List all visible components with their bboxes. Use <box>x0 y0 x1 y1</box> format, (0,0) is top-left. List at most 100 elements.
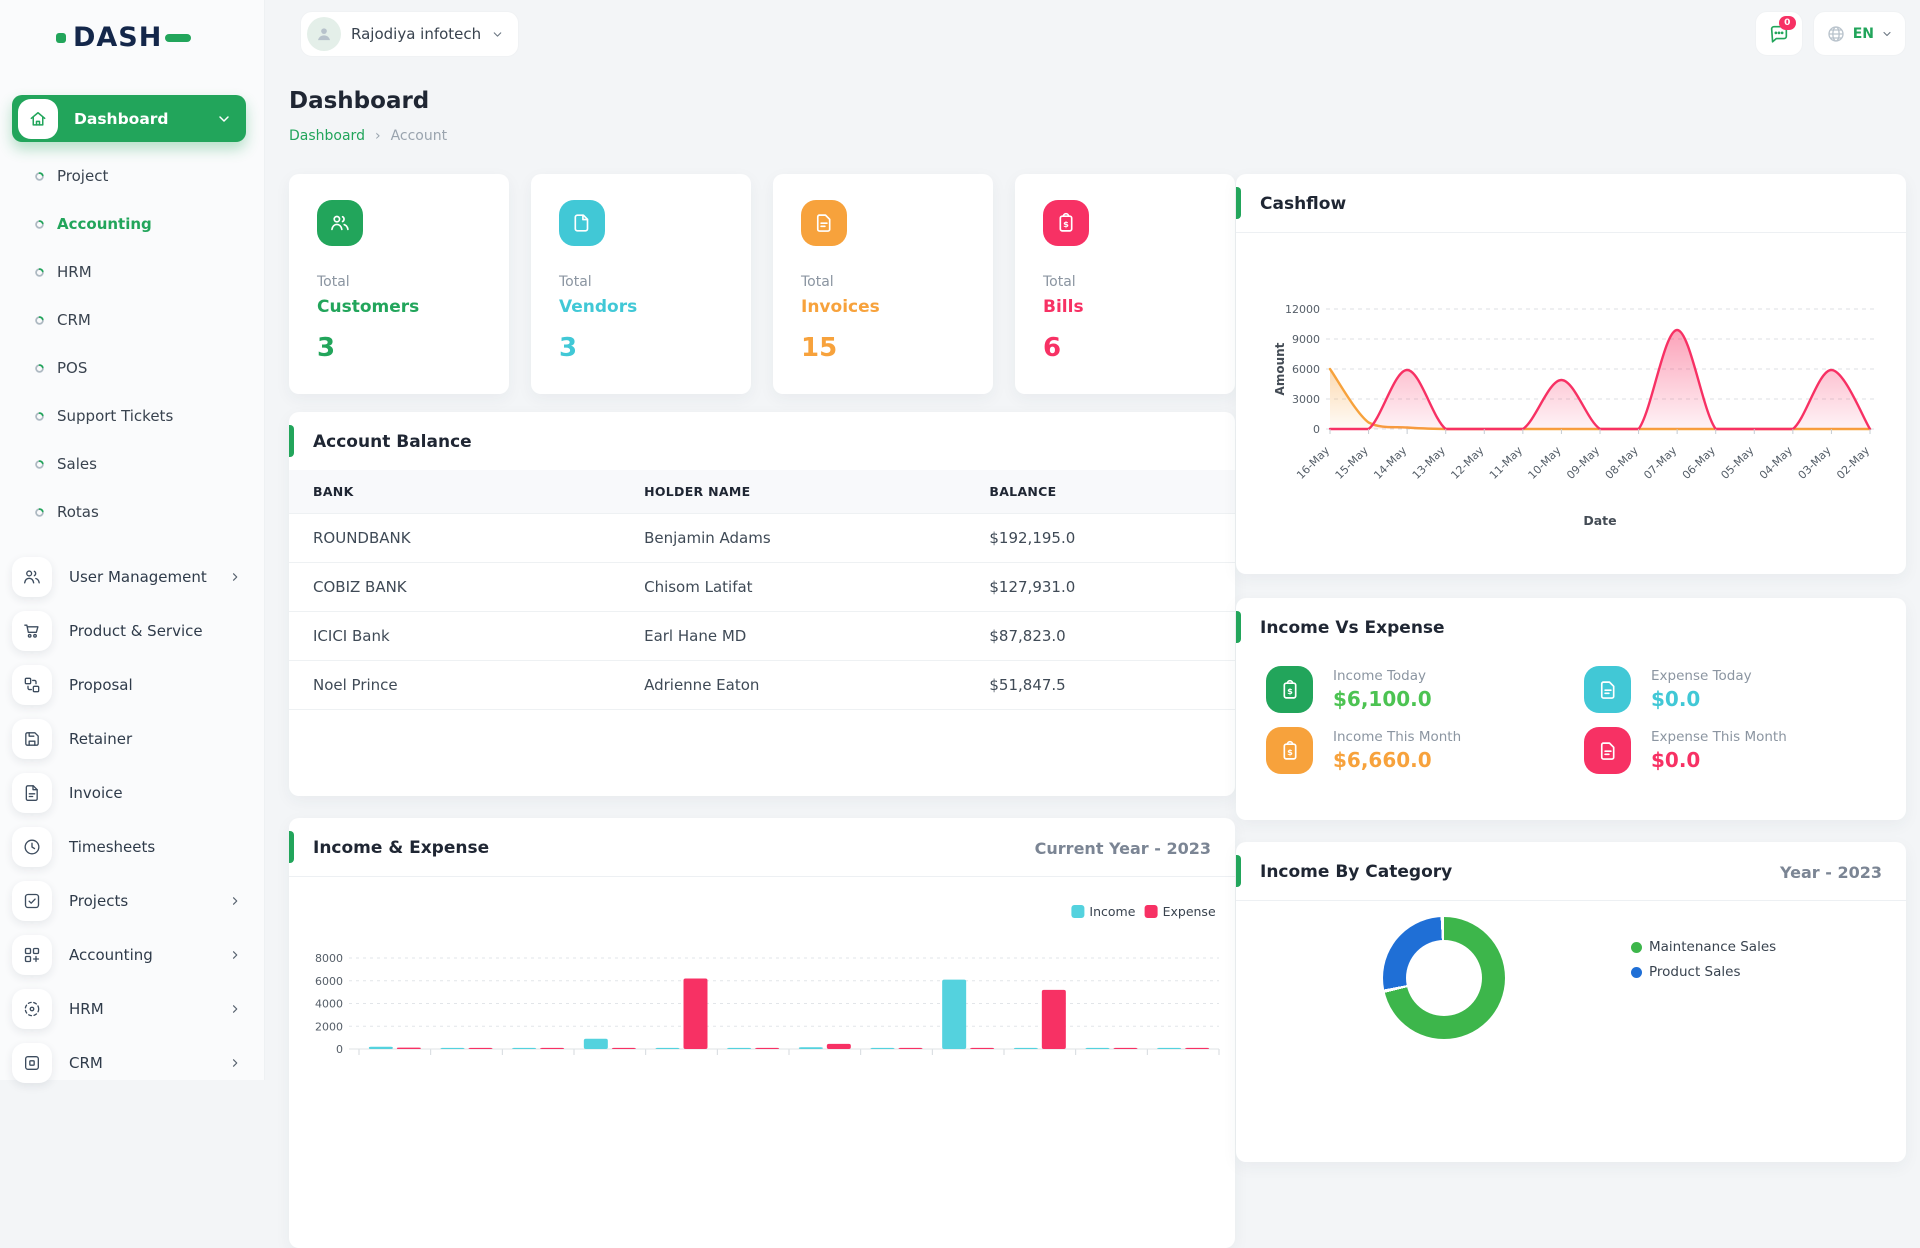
svg-text:12000: 12000 <box>1285 303 1320 316</box>
svg-text:$: $ <box>1063 219 1069 229</box>
sidebar-item-retainer[interactable]: Retainer <box>0 712 264 766</box>
stat-prefix: Total <box>317 274 481 290</box>
dashboard-submenu: ProjectAccountingHRMCRMPOSSupport Ticket… <box>0 152 264 536</box>
accent-bar <box>1236 855 1241 887</box>
metric-label: Expense Today <box>1651 668 1752 684</box>
home-icon <box>18 99 58 139</box>
invoices-icon <box>801 200 847 246</box>
sidebar-item-accounting[interactable]: Accounting <box>0 928 264 982</box>
vendors-icon <box>559 200 605 246</box>
donut-hole <box>1406 940 1482 1016</box>
sidebar-item-crm[interactable]: CRM <box>0 1036 264 1090</box>
checksquare-icon <box>22 891 42 911</box>
sidebar-subitem-accounting[interactable]: Accounting <box>0 200 264 248</box>
clipboard-icon: $ <box>1266 666 1313 713</box>
donut-chart-area: Maintenance SalesProduct Sales <box>1236 901 1906 937</box>
clipboard-icon: $ <box>1279 679 1301 701</box>
sidebar-subitem-project[interactable]: Project <box>0 152 264 200</box>
file-icon <box>22 783 42 803</box>
stat-prefix: Total <box>1043 274 1207 290</box>
workspace-name: Rajodiya infotech <box>351 25 481 43</box>
column-header: BALANCE <box>965 470 1235 514</box>
clipboard-icon: $ <box>1266 727 1313 774</box>
filelines-icon <box>1597 740 1619 762</box>
breadcrumb-link-dashboard[interactable]: Dashboard <box>289 128 365 144</box>
sidebar-item-projects[interactable]: Projects <box>0 874 264 928</box>
workspace-selector[interactable]: Rajodiya infotech <box>300 11 519 57</box>
users-icon <box>22 567 42 587</box>
bullet-icon <box>34 507 45 518</box>
page-title: Dashboard <box>289 88 429 114</box>
avatar <box>307 17 341 51</box>
stat-card-vendors: TotalVendors3 <box>531 174 751 394</box>
stat-label: Vendors <box>559 297 723 317</box>
chevron-down-icon <box>1881 28 1893 40</box>
svg-text:$: $ <box>1287 685 1293 695</box>
svg-text:Expense: Expense <box>1163 904 1216 919</box>
stat-label: Customers <box>317 297 481 317</box>
svg-text:12-May: 12-May <box>1448 444 1486 482</box>
table-row: ROUNDBANKBenjamin Adams$192,195.0 <box>289 514 1235 563</box>
sidebar-item-user-management[interactable]: User Management <box>0 550 264 604</box>
sidebar-subitem-rotas[interactable]: Rotas <box>0 488 264 536</box>
metric-value: $6,660.0 <box>1333 748 1461 772</box>
stat-value: 15 <box>801 333 965 363</box>
clock-icon <box>22 837 42 857</box>
chevron-right-icon <box>228 894 242 908</box>
sidebar-subitem-hrm[interactable]: HRM <box>0 248 264 296</box>
card-title: Income Vs Expense <box>1260 618 1445 638</box>
sidebar-item-hrm[interactable]: HRM <box>0 982 264 1036</box>
sidebar-subitem-crm[interactable]: CRM <box>0 296 264 344</box>
svg-text:16-May: 16-May <box>1294 444 1332 482</box>
chevron-right-icon <box>228 1056 242 1070</box>
breadcrumb: Dashboard › Account <box>289 128 447 144</box>
logo-dash <box>165 34 191 42</box>
chevron-down-icon <box>216 111 232 127</box>
card-title: Cashflow <box>1260 194 1346 214</box>
svg-text:$: $ <box>1287 746 1293 756</box>
income-expense-card: Income & Expense Current Year - 2023 Inc… <box>289 818 1235 1248</box>
sidebar-item-invoice[interactable]: Invoice <box>0 766 264 820</box>
language-code: EN <box>1853 26 1874 42</box>
svg-text:Date: Date <box>1583 513 1616 528</box>
stat-prefix: Total <box>801 274 965 290</box>
filelines-icon <box>1597 679 1619 701</box>
note-icon <box>571 212 593 234</box>
sidebar-item-timesheets[interactable]: Timesheets <box>0 820 264 874</box>
cart-icon <box>22 621 42 641</box>
filelines-icon <box>1584 666 1631 713</box>
logo-dot <box>56 33 66 43</box>
bullet-icon <box>34 315 45 326</box>
app-logo: DASH <box>0 0 264 53</box>
stat-label: Bills <box>1043 297 1207 317</box>
chevron-right-icon <box>228 570 242 584</box>
stat-card-invoices: TotalInvoices15 <box>773 174 993 394</box>
sidebar-item-dashboard[interactable]: Dashboard <box>12 95 246 142</box>
chevron-right-icon <box>228 948 242 962</box>
table-row: COBIZ BANKChisom Latifat$127,931.0 <box>289 563 1235 612</box>
bullet-icon <box>34 459 45 470</box>
svg-text:15-May: 15-May <box>1333 444 1371 482</box>
sidebar-item-proposal[interactable]: Proposal <box>0 658 264 712</box>
bullet-icon <box>34 171 45 182</box>
income-expense-grid: $Income Today$6,100.0Expense Today$0.0$I… <box>1236 656 1906 798</box>
svg-text:6000: 6000 <box>315 975 343 988</box>
sidebar-item-product-service[interactable]: Product & Service <box>0 604 264 658</box>
language-selector[interactable]: EN <box>1813 11 1906 56</box>
metric-expense-this-month: Expense This Month$0.0 <box>1584 727 1882 774</box>
svg-text:09-May: 09-May <box>1564 444 1602 482</box>
sidebar-subitem-sales[interactable]: Sales <box>0 440 264 488</box>
sidebar-subitem-pos[interactable]: POS <box>0 344 264 392</box>
svg-text:07-May: 07-May <box>1641 444 1679 482</box>
svg-text:13-May: 13-May <box>1410 444 1448 482</box>
globe-icon <box>1826 24 1846 44</box>
svg-text:02-May: 02-May <box>1834 444 1872 482</box>
notifications-button[interactable]: 0 <box>1755 11 1803 56</box>
stat-card-bills: $TotalBills6 <box>1015 174 1235 394</box>
svg-text:10-May: 10-May <box>1526 444 1564 482</box>
legend-item: Maintenance Sales <box>1631 939 1776 955</box>
svg-text:0: 0 <box>336 1043 343 1056</box>
cashflow-chart: 030006000900012000Amount16-May15-May14-M… <box>1250 237 1890 567</box>
table-row: ICICI BankEarl Hane MD$87,823.0 <box>289 612 1235 661</box>
sidebar-subitem-support-tickets[interactable]: Support Tickets <box>0 392 264 440</box>
